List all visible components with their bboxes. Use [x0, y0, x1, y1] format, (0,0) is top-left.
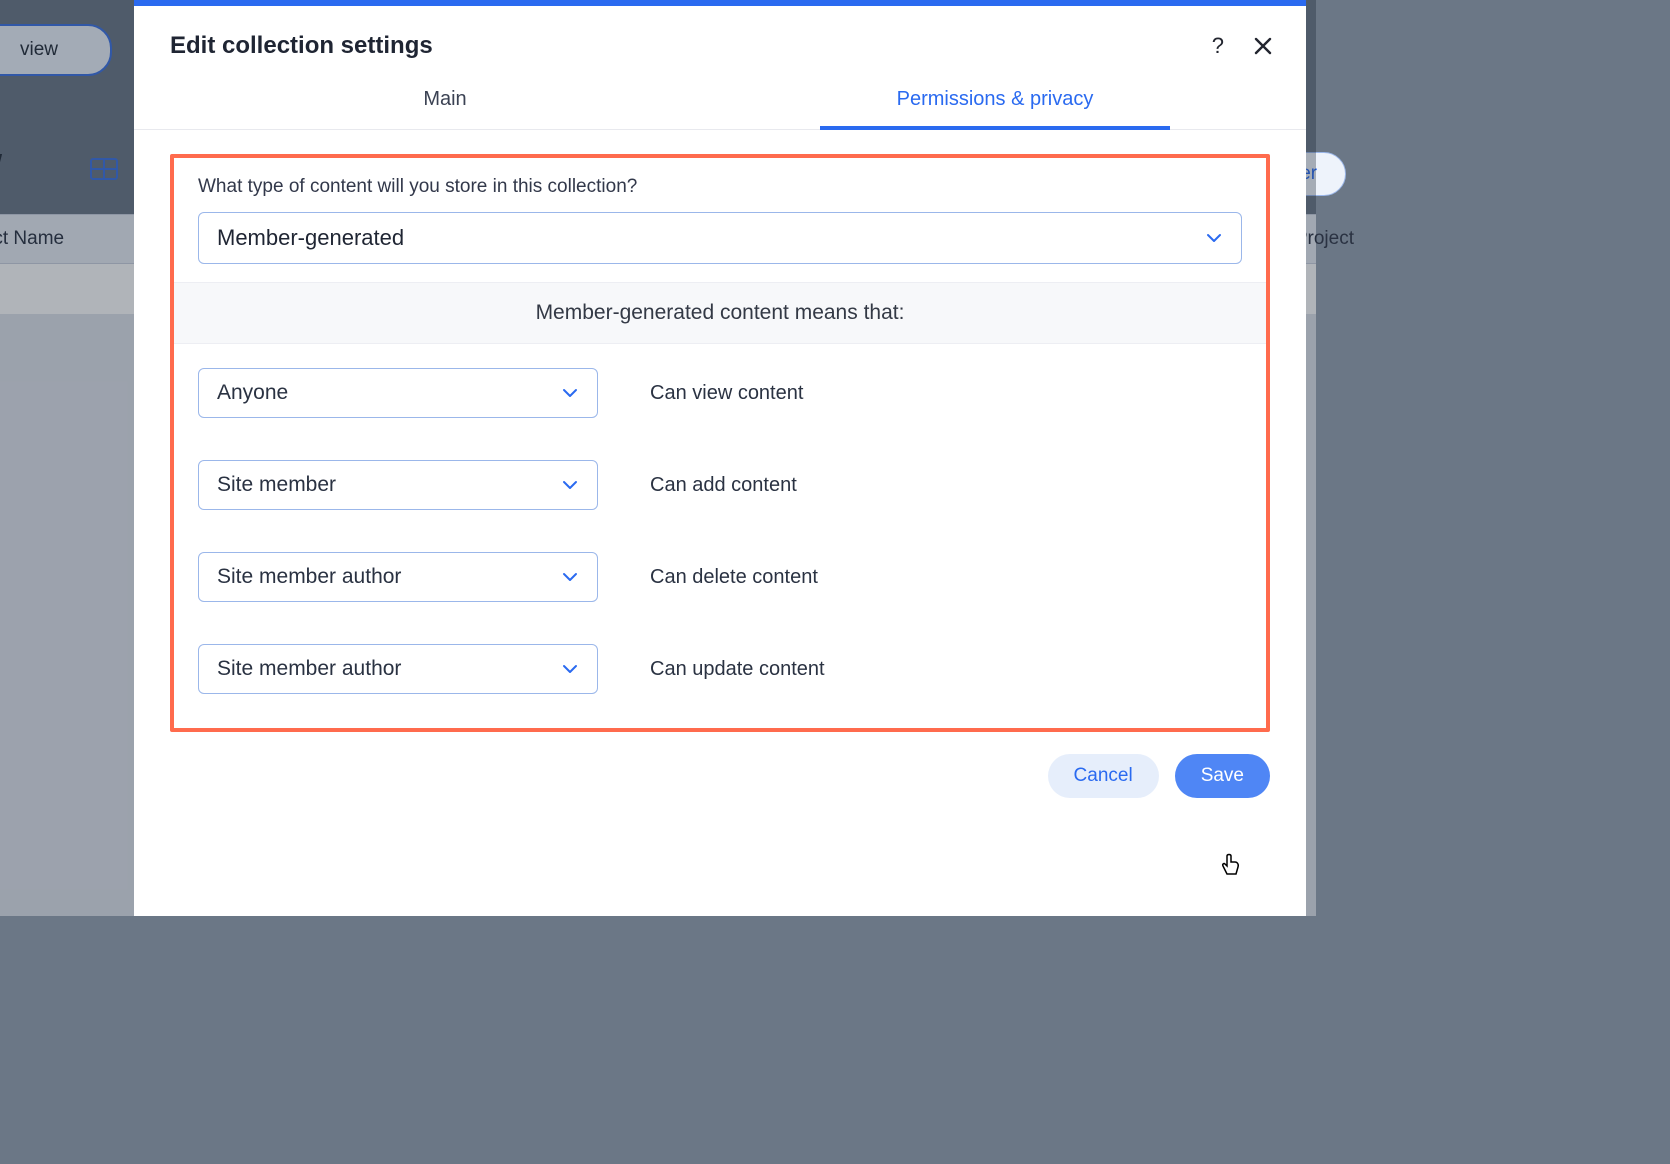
- add-permission-label: Can add content: [650, 474, 797, 497]
- tab-permissions-label: Permissions & privacy: [897, 88, 1094, 110]
- save-button-label: Save: [1201, 765, 1244, 787]
- content-type-value: Member-generated: [217, 225, 404, 251]
- save-button[interactable]: Save: [1175, 754, 1270, 798]
- update-role-value: Site member author: [217, 657, 401, 681]
- modal-tabs: Main Permissions & privacy: [134, 78, 1306, 130]
- permission-rows: Anyone Can view content Site member Can …: [174, 344, 1266, 728]
- help-icon[interactable]: ?: [1212, 33, 1224, 59]
- edit-collection-settings-modal: Edit collection settings ? Main Permissi…: [134, 0, 1306, 916]
- view-permission-label: Can view content: [650, 382, 803, 405]
- view-role-select[interactable]: Anyone: [198, 368, 598, 418]
- permissions-panel: What type of content will you store in t…: [170, 154, 1270, 732]
- cursor-hand-icon: [1218, 852, 1244, 878]
- tab-permissions[interactable]: Permissions & privacy: [720, 78, 1270, 129]
- content-type-question: What type of content will you store in t…: [174, 158, 1266, 198]
- close-icon[interactable]: [1254, 37, 1272, 55]
- modal-header: Edit collection settings ?: [134, 6, 1306, 78]
- chevron-down-icon: [561, 568, 579, 586]
- view-role-value: Anyone: [217, 381, 288, 405]
- chevron-down-icon: [1205, 229, 1223, 247]
- cancel-button-label: Cancel: [1074, 765, 1133, 787]
- modal-title: Edit collection settings: [170, 32, 1212, 60]
- permission-row-add: Site member Can add content: [198, 460, 1242, 510]
- chevron-down-icon: [561, 476, 579, 494]
- permission-row-view: Anyone Can view content: [198, 368, 1242, 418]
- chevron-down-icon: [561, 660, 579, 678]
- delete-role-value: Site member author: [217, 565, 401, 589]
- tab-main[interactable]: Main: [170, 78, 720, 129]
- content-type-explain: Member-generated content means that:: [174, 282, 1266, 344]
- add-role-value: Site member: [217, 473, 336, 497]
- delete-permission-label: Can delete content: [650, 566, 818, 589]
- update-permission-label: Can update content: [650, 658, 825, 681]
- update-role-select[interactable]: Site member author: [198, 644, 598, 694]
- modal-footer: Cancel Save: [134, 746, 1306, 822]
- delete-role-select[interactable]: Site member author: [198, 552, 598, 602]
- chevron-down-icon: [561, 384, 579, 402]
- add-role-select[interactable]: Site member: [198, 460, 598, 510]
- content-type-select[interactable]: Member-generated: [198, 212, 1242, 264]
- cancel-button[interactable]: Cancel: [1048, 754, 1159, 798]
- permission-row-delete: Site member author Can delete content: [198, 552, 1242, 602]
- tab-main-label: Main: [423, 88, 466, 110]
- permission-row-update: Site member author Can update content: [198, 644, 1242, 694]
